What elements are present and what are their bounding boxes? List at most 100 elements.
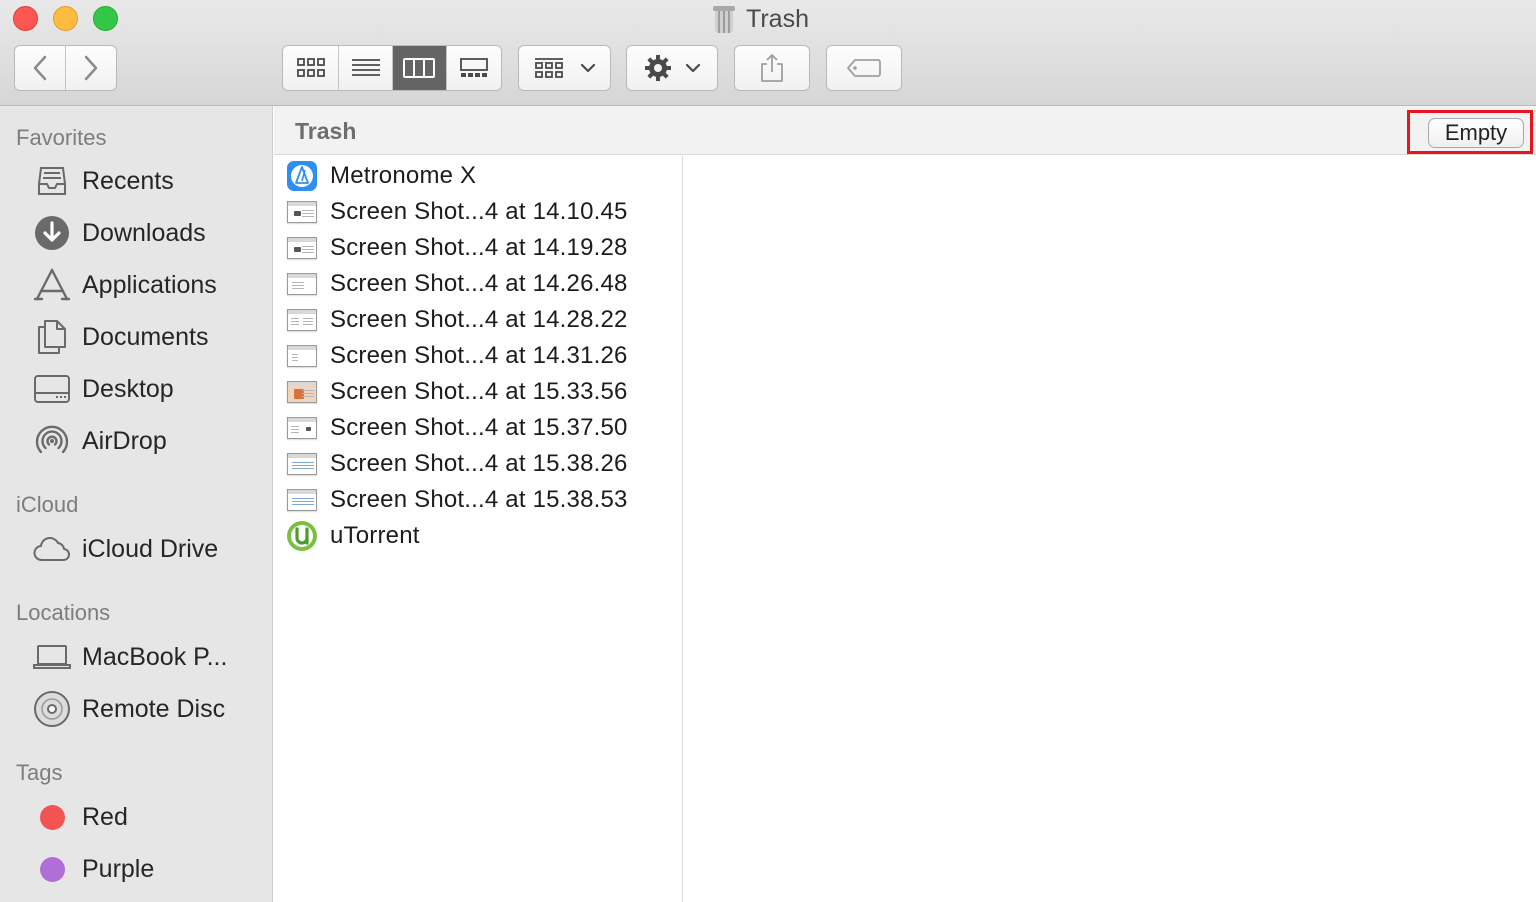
- screenshot-file-icon: [286, 340, 318, 372]
- sidebar-item-label: Purple: [82, 854, 155, 883]
- sidebar-section-icloud: iCloud: [16, 492, 79, 517]
- file-name: Screen Shot...4 at 15.37.50: [330, 414, 628, 441]
- empty-trash-button[interactable]: Empty: [1428, 118, 1524, 148]
- tag-icon: [847, 59, 881, 77]
- trash-icon: [712, 4, 736, 34]
- back-button[interactable]: [15, 46, 66, 90]
- file-row[interactable]: Metronome X: [274, 158, 682, 194]
- documents-icon: [33, 318, 71, 356]
- applications-icon: [33, 266, 71, 304]
- file-row[interactable]: Screen Shot...4 at 14.10.45: [274, 194, 682, 230]
- sidebar-item-tag-purple[interactable]: Purple: [0, 846, 272, 892]
- group-by-button[interactable]: [518, 45, 611, 91]
- sidebar-item-label: Recents: [82, 166, 174, 195]
- screenshot-file-icon: [286, 304, 318, 336]
- sidebar-item-tag-red[interactable]: Red: [0, 794, 272, 840]
- file-name: Metronome X: [330, 162, 477, 189]
- sidebar-item-desktop[interactable]: Desktop: [0, 366, 272, 412]
- file-name: uTorrent: [330, 522, 420, 549]
- tags-button[interactable]: [826, 45, 902, 91]
- sidebar-item-label: Remote Disc: [82, 694, 226, 723]
- window-title: Trash: [712, 2, 809, 36]
- sidebar-section-tags: Tags: [16, 760, 63, 785]
- list-view-button[interactable]: [339, 46, 393, 90]
- screenshot-file-icon: [286, 196, 318, 228]
- sidebar-item-remote-disc[interactable]: Remote Disc: [0, 686, 272, 732]
- share-button[interactable]: [734, 45, 810, 91]
- sidebar-item-label: iCloud Drive: [82, 534, 219, 563]
- screenshot-file-icon: [286, 484, 318, 516]
- sidebar-item-label: AirDrop: [82, 426, 167, 455]
- sidebar-item-documents[interactable]: Documents: [0, 314, 272, 360]
- sidebar-section-locations: Locations: [16, 600, 111, 625]
- file-row[interactable]: Screen Shot...4 at 14.31.26: [274, 338, 682, 374]
- sidebar-item-label: Desktop: [82, 374, 174, 403]
- sidebar-item-label: MacBook P...: [82, 642, 228, 671]
- red-tag-icon: [39, 804, 65, 830]
- file-row[interactable]: Screen Shot...4 at 15.37.50: [274, 410, 682, 446]
- sidebar-item-macbook[interactable]: MacBook P...: [0, 634, 272, 680]
- sidebar-item-downloads[interactable]: Downloads: [0, 210, 272, 256]
- group-icon: [534, 58, 563, 78]
- gear-icon: [645, 55, 671, 81]
- gallery-view-button[interactable]: [447, 46, 501, 90]
- recents-icon: [33, 162, 71, 200]
- airdrop-icon: [33, 422, 71, 460]
- column-view-icon: [403, 58, 436, 78]
- minimize-window-button[interactable]: [53, 6, 78, 31]
- share-icon: [761, 54, 783, 82]
- chevron-down-icon: [580, 63, 595, 73]
- navigation-buttons: [14, 45, 117, 91]
- desktop-icon: [33, 370, 71, 408]
- forward-button[interactable]: [66, 46, 117, 90]
- preview-column: [684, 156, 1536, 902]
- gallery-view-icon: [459, 58, 488, 77]
- utorrent-app-icon: [286, 520, 318, 552]
- file-row[interactable]: Screen Shot...4 at 14.26.48: [274, 266, 682, 302]
- view-mode-control: [282, 45, 502, 91]
- screenshot-file-icon: [286, 448, 318, 480]
- sidebar-item-applications[interactable]: Applications: [0, 262, 272, 308]
- file-name: Screen Shot...4 at 14.31.26: [330, 342, 628, 369]
- purple-tag-icon: [39, 856, 65, 882]
- file-row[interactable]: Screen Shot...4 at 14.28.22: [274, 302, 682, 338]
- sidebar-item-airdrop[interactable]: AirDrop: [0, 418, 272, 464]
- sidebar-section-favorites: Favorites: [16, 125, 107, 150]
- window-toolbar: Trash: [0, 0, 1536, 106]
- sidebar-item-icloud-drive[interactable]: iCloud Drive: [0, 526, 272, 572]
- zoom-window-button[interactable]: [93, 6, 118, 31]
- downloads-icon: [33, 214, 71, 252]
- trash-header-bar: Trash Empty: [274, 106, 1536, 155]
- list-view-icon: [351, 59, 380, 76]
- disc-icon: [33, 690, 71, 728]
- sidebar-item-label: Downloads: [82, 218, 206, 247]
- sidebar-item-label: Red: [82, 802, 128, 831]
- window-title-text: Trash: [746, 4, 809, 33]
- chevron-down-icon: [685, 63, 701, 73]
- sidebar-item-label: Applications: [82, 270, 217, 299]
- screenshot-file-icon: [286, 232, 318, 264]
- file-row[interactable]: Screen Shot...4 at 15.38.26: [274, 446, 682, 482]
- metronome-app-icon: [286, 160, 318, 192]
- file-row[interactable]: Screen Shot...4 at 15.38.53: [274, 482, 682, 518]
- file-row[interactable]: Screen Shot...4 at 15.33.56: [274, 374, 682, 410]
- screenshot-file-icon: [286, 268, 318, 300]
- chevron-left-icon: [33, 55, 46, 81]
- file-name: Screen Shot...4 at 14.19.28: [330, 234, 628, 261]
- file-column: Metronome X Screen Shot...4 at 14.10.45 …: [274, 156, 683, 902]
- file-row[interactable]: Screen Shot...4 at 14.19.28: [274, 230, 682, 266]
- sidebar-item-recents[interactable]: Recents: [0, 158, 272, 204]
- file-name: Screen Shot...4 at 14.28.22: [330, 306, 628, 333]
- close-window-button[interactable]: [13, 6, 38, 31]
- cloud-icon: [33, 530, 71, 568]
- icon-view-button[interactable]: [283, 46, 340, 90]
- column-view-button[interactable]: [393, 46, 447, 90]
- screenshot-file-icon: [286, 376, 318, 408]
- sidebar: Favorites Recents Downloads Applications…: [0, 106, 273, 902]
- file-name: Screen Shot...4 at 15.38.53: [330, 486, 628, 513]
- file-name: Screen Shot...4 at 14.26.48: [330, 270, 628, 297]
- file-row[interactable]: uTorrent: [274, 518, 682, 554]
- highlight-box: Empty: [1407, 110, 1533, 154]
- file-name: Screen Shot...4 at 15.33.56: [330, 378, 628, 405]
- action-menu-button[interactable]: [626, 45, 718, 91]
